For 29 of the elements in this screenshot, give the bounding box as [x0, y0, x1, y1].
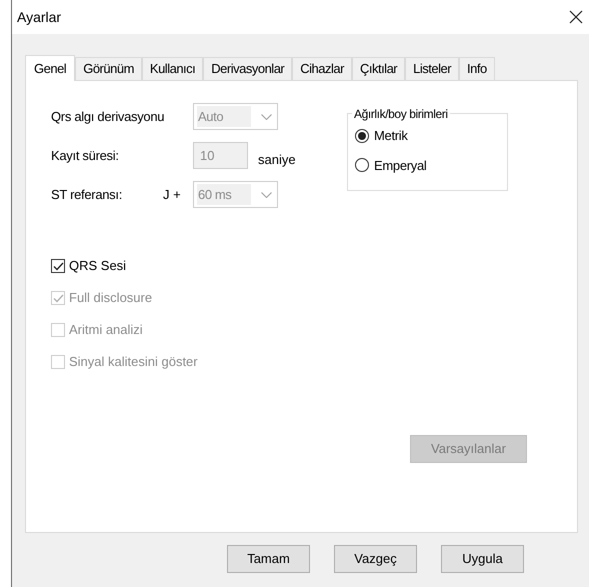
checkbox-label: Aritmi analizi	[69, 321, 143, 340]
radio-label: Emperyal	[374, 156, 427, 175]
field-prefix: J +	[163, 186, 182, 204]
tab[interactable]: Çıktılar	[352, 57, 406, 80]
dialog-button[interactable]: Tamam	[227, 545, 310, 573]
tab[interactable]: Listeler	[405, 57, 460, 80]
checkbox[interactable]	[51, 259, 65, 273]
tab[interactable]: Info	[459, 57, 495, 80]
field-label: Qrs algı derivasyonu	[51, 108, 166, 126]
tab[interactable]: Genel	[25, 55, 76, 81]
field-label: ST referansı:	[51, 186, 124, 204]
checkbox-label: Sinyal kalitesini göster	[69, 353, 198, 372]
tab[interactable]: Cihazlar	[292, 57, 352, 80]
unit-label: saniye	[258, 150, 296, 169]
tab[interactable]: Kullanıcı	[142, 57, 204, 80]
dialog-button[interactable]: Uygula	[441, 545, 524, 573]
tab[interactable]: Derivasyonlar	[203, 57, 292, 80]
chevron-down-icon	[261, 114, 272, 120]
radio-label: Metrik	[374, 127, 408, 145]
dialog-button[interactable]: Vazgeç	[334, 545, 417, 573]
checkbox-label: Full disclosure	[69, 289, 152, 308]
radio-button[interactable]	[355, 128, 369, 143]
window-title: Ayarlar	[17, 8, 62, 27]
radio-button[interactable]	[355, 158, 369, 172]
field-label: Kayıt süresi:	[51, 146, 120, 165]
close-icon	[569, 10, 583, 24]
checkbox-label: QRS Sesi	[69, 257, 126, 276]
chevron-down-icon	[261, 192, 272, 198]
tab[interactable]: Görünüm	[75, 57, 142, 80]
